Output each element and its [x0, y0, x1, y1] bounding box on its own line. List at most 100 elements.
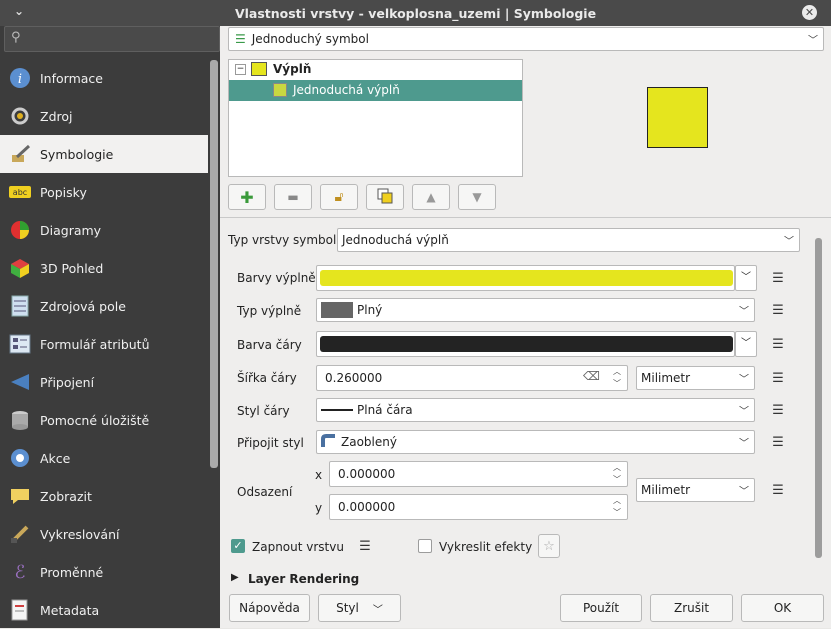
stroke-style-select[interactable]: Plná čára ﹀	[316, 398, 755, 422]
sidebar-scrollbar[interactable]	[210, 60, 218, 468]
ok-button[interactable]: OK	[741, 594, 824, 622]
collapse-icon[interactable]: −	[235, 64, 246, 75]
data-defined-override-icon[interactable]: ☰	[767, 334, 789, 354]
arrow-down-icon: ▼	[472, 190, 482, 204]
sidebar-item-zobrazit[interactable]: Zobrazit	[0, 477, 208, 515]
draw-effects-checkbox[interactable]	[418, 539, 432, 553]
move-down-button[interactable]: ▼	[458, 184, 496, 210]
tree-child-label: Jednoduchá výplň	[293, 83, 400, 97]
remove-layer-button[interactable]: ▬	[274, 184, 312, 210]
sidebar-item-label: Vykreslování	[40, 526, 120, 542]
spin-arrows-icon[interactable]: ︿ ﹀	[613, 495, 621, 519]
stroke-style-label: Styl čáry	[237, 404, 290, 418]
search-input[interactable]: ⚲	[4, 26, 220, 52]
fill-style-select[interactable]: Plný ﹀	[316, 298, 755, 322]
lock-layer-button[interactable]: 🔓︎	[320, 184, 358, 210]
move-up-button[interactable]: ▲	[412, 184, 450, 210]
data-defined-override-icon[interactable]: ☰	[767, 400, 789, 420]
tree-root-label[interactable]: Výplň	[273, 62, 311, 76]
close-icon[interactable]: ✕	[802, 5, 817, 20]
apply-button[interactable]: Použít	[560, 594, 642, 622]
sidebar-item-label: Akce	[40, 450, 71, 466]
fill-color-dropdown[interactable]: ﹀	[735, 265, 757, 291]
data-defined-override-icon[interactable]: ☰	[354, 536, 376, 556]
data-defined-override-icon[interactable]: ☰	[767, 480, 789, 500]
sidebar-item-label: Informace	[40, 70, 103, 86]
sidebar-item-vykreslovani[interactable]: Vykreslování	[0, 515, 208, 553]
enable-layer-checkbox[interactable]: ✓	[231, 539, 245, 553]
layer-rendering-header[interactable]: Layer Rendering	[248, 572, 359, 586]
offset-y-spinbox[interactable]: 0.000000 ︿ ﹀	[329, 494, 628, 520]
minus-icon: ▬	[287, 190, 299, 204]
help-button[interactable]: Nápověda	[229, 594, 310, 622]
cancel-button[interactable]: Zrušit	[650, 594, 733, 622]
search-icon: ⚲	[11, 30, 21, 45]
sidebar-item-symbologie[interactable]: Symbologie	[0, 135, 208, 173]
data-defined-override-icon[interactable]: ☰	[767, 268, 789, 288]
stroke-color-dropdown[interactable]: ﹀	[735, 331, 757, 357]
sidebar-item-label: 3D Pohled	[40, 260, 104, 276]
sidebar-item-metadata[interactable]: Metadata	[0, 591, 208, 629]
sidebar-item-label: Zdrojová pole	[40, 298, 126, 314]
sidebar-item-popisky[interactable]: abc Popisky	[0, 173, 208, 211]
symbol-layer-tree[interactable]: − Výplň Jednoduchá výplň	[228, 59, 523, 177]
sidebar-item-label: Pomocné úložiště	[40, 412, 150, 428]
sidebar-item-pripojeni[interactable]: Připojení	[0, 363, 208, 401]
stroke-color-label: Barva čáry	[237, 338, 302, 352]
symbol-preview	[647, 87, 708, 148]
svg-text:abc: abc	[13, 188, 27, 197]
renderer-select-value: Jednoduchý symbol	[251, 32, 369, 46]
window-title: Vlastnosti vrstvy - velkoplosna_uzemi | …	[234, 5, 597, 21]
panel-scrollbar[interactable]	[815, 238, 822, 558]
tree-item-selected[interactable]: Jednoduchá výplň	[229, 80, 522, 101]
stroke-color-swatch	[320, 336, 733, 352]
chevron-down-icon: ﹀	[741, 338, 751, 349]
metadata-icon	[8, 598, 32, 622]
offset-x-spinbox[interactable]: 0.000000 ︿ ﹀	[329, 461, 628, 487]
fill-swatch-icon	[273, 83, 287, 97]
offset-unit-select[interactable]: Milimetr ﹀	[636, 478, 755, 502]
labels-icon: abc	[8, 180, 32, 204]
add-layer-button[interactable]: ✚	[228, 184, 266, 210]
data-defined-override-icon[interactable]: ☰	[767, 368, 789, 388]
duplicate-layer-button[interactable]	[366, 184, 404, 210]
join-style-select[interactable]: Zaoblený ﹀	[316, 430, 755, 454]
sidebar-item-pomocne-uloziste[interactable]: Pomocné úložiště	[0, 401, 208, 439]
clear-icon[interactable]: ⌫	[583, 369, 600, 383]
stroke-width-value: 0.260000	[325, 371, 383, 385]
sidebar-item-formular-atributu[interactable]: Formulář atributů	[0, 325, 208, 363]
sidebar-item-zdroj[interactable]: Zdroj	[0, 97, 208, 135]
sidebar-item-3d-pohled[interactable]: 3D Pohled	[0, 249, 208, 287]
solid-line-icon	[321, 409, 353, 411]
style-button[interactable]: Styl ﹀	[318, 594, 401, 622]
expand-arrow-icon[interactable]: ▶	[231, 572, 239, 583]
spin-arrows-icon[interactable]: ︿ ﹀	[613, 462, 621, 486]
data-defined-override-icon[interactable]: ☰	[767, 432, 789, 452]
sidebar-item-diagramy[interactable]: Diagramy	[0, 211, 208, 249]
sidebar-item-informace[interactable]: i Informace	[0, 59, 208, 97]
variables-icon: ℰ	[14, 561, 26, 583]
sidebar-item-akce[interactable]: Akce	[0, 439, 208, 477]
offset-x-label: x	[315, 468, 323, 482]
stroke-color-button[interactable]	[316, 331, 735, 357]
sidebar-item-label: Symbologie	[40, 146, 114, 162]
stroke-width-spinbox[interactable]: 0.260000 ⌫ ︿ ﹀	[316, 365, 628, 391]
stroke-width-unit: Milimetr	[641, 371, 691, 385]
stroke-width-unit-select[interactable]: Milimetr ﹀	[636, 366, 755, 390]
chevron-down-icon: ﹀	[739, 438, 749, 450]
data-defined-override-icon[interactable]: ☰	[767, 300, 789, 320]
effects-button[interactable]: ☆	[538, 534, 560, 558]
symbol-type-select[interactable]: Jednoduchá výplň ﹀	[337, 228, 800, 252]
fill-color-button[interactable]	[316, 265, 735, 291]
stroke-style-value: Plná čára	[357, 403, 413, 417]
renderer-select[interactable]: ☰ Jednoduchý symbol ﹀	[228, 27, 824, 51]
sidebar-item-promenne[interactable]: ℰ Proměnné	[0, 553, 208, 591]
window-menu-icon[interactable]: ⌄	[14, 4, 24, 18]
spin-arrows-icon[interactable]: ︿ ﹀	[613, 366, 621, 390]
sidebar-item-zdrojova-pole[interactable]: Zdrojová pole	[0, 287, 208, 325]
style-button-label: Styl	[336, 601, 359, 615]
symbol-type-label: Typ vrstvy symbolů	[228, 233, 344, 247]
rendering-icon	[8, 522, 32, 546]
enable-layer-label: Zapnout vrstvu	[252, 540, 344, 554]
offset-label: Odsazení	[237, 485, 293, 499]
